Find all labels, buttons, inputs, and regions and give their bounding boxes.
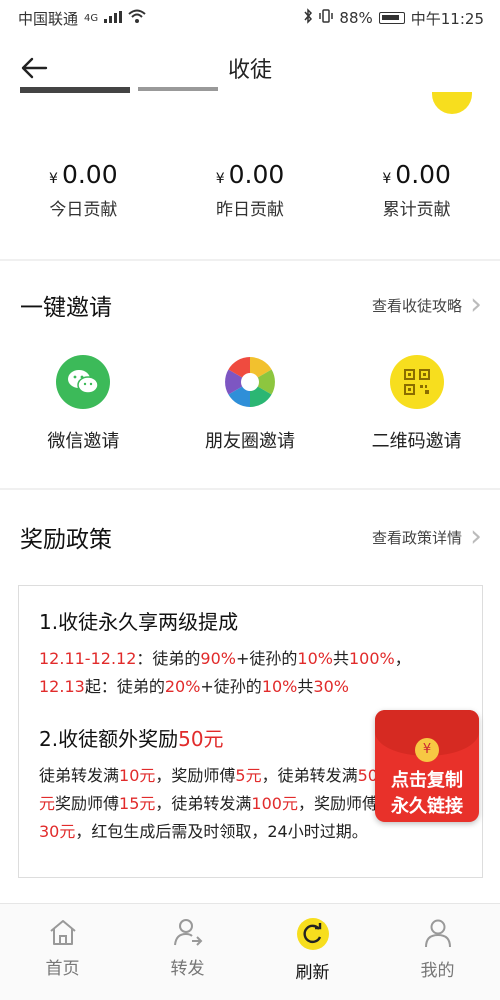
- policy-title: 奖励政策: [20, 527, 112, 553]
- policy-line: 12.11-12.12：徒弟的90%+徒孙的10%共100%，: [39, 649, 411, 668]
- share-user-icon: [173, 919, 202, 946]
- qrcode-icon: [389, 355, 444, 409]
- tab-share[interactable]: 转发: [125, 904, 250, 1000]
- back-button[interactable]: [16, 50, 52, 86]
- bluetooth-icon: [303, 8, 313, 28]
- policy-details-label: 查看政策详情: [371, 528, 462, 547]
- float-line-1: 点击复制: [391, 770, 463, 791]
- invite-guide-link[interactable]: 查看收徒攻略 ›: [372, 290, 482, 320]
- arrow-left-icon: [21, 57, 48, 79]
- clock: 中午11:25: [410, 9, 484, 28]
- battery-icon: [378, 12, 405, 24]
- invite-label: 二维码邀请: [371, 431, 462, 452]
- profile-icon: [424, 919, 451, 948]
- stat-value: 0.00: [228, 160, 285, 189]
- qrcode-invite-button[interactable]: 二维码邀请: [333, 355, 500, 465]
- carrier-label: 中国联通: [18, 9, 79, 28]
- stat-today: ¥0.00 今日贡献: [0, 160, 167, 240]
- wechat-invite-button[interactable]: 微信邀请: [0, 355, 167, 465]
- invite-options: 微信邀请 朋友圈邀请 二维码邀请: [0, 355, 500, 465]
- stat-value: 0.00: [61, 160, 118, 189]
- page-title: 收徒: [227, 58, 272, 83]
- scrolled-content-clip: [20, 86, 260, 104]
- bottom-tab-bar: 首页 转发 刷新 我的: [0, 903, 500, 1000]
- tab-refresh[interactable]: 刷新: [250, 904, 375, 1000]
- tab-label: 刷新: [295, 963, 330, 983]
- moments-invite-button[interactable]: 朋友圈邀请: [167, 355, 334, 465]
- policy-heading-1: 1.收徒永久享两级提成: [39, 610, 239, 634]
- currency-symbol: ¥: [382, 171, 392, 187]
- stat-label: 昨日贡献: [216, 200, 284, 220]
- tab-profile[interactable]: 我的: [375, 904, 500, 1000]
- vibrate-icon: [319, 8, 334, 28]
- copy-link-float-button[interactable]: ¥ 点击复制 永久链接: [375, 710, 479, 822]
- divider: [0, 488, 500, 490]
- policy-details-link[interactable]: 查看政策详情 ›: [372, 522, 482, 552]
- chevron-right-icon: ›: [470, 287, 482, 322]
- policy-line: 12.13起：徒弟的20%+徒孙的10%共30%: [39, 677, 349, 696]
- invite-title: 一键邀请: [20, 295, 112, 321]
- stat-yesterday: ¥0.00 昨日贡献: [167, 160, 334, 240]
- moments-icon: [223, 355, 277, 409]
- invite-guide-label: 查看收徒攻略: [371, 296, 462, 315]
- policy-section-header: 奖励政策 查看政策详情 ›: [0, 517, 500, 557]
- heading-2-prefix: 2.收徒额外奖励: [39, 727, 179, 751]
- tab-label: 我的: [420, 961, 455, 981]
- scrolled-badge-icon: [432, 92, 472, 114]
- stat-label: 今日贡献: [49, 200, 118, 220]
- tab-home[interactable]: 首页: [0, 904, 125, 1000]
- status-bar: 中国联通 4G 88% 中午11:25: [0, 0, 500, 36]
- battery-percent: 88%: [339, 9, 373, 27]
- float-line-2: 永久链接: [391, 796, 463, 817]
- tab-label: 转发: [170, 959, 205, 979]
- coin-icon: ¥: [415, 738, 439, 762]
- policy-line: 30元，红包生成后需及时领取，24小时过期。: [39, 822, 368, 841]
- heading-2-amount: 50元: [178, 727, 224, 751]
- wechat-icon: [56, 355, 111, 409]
- stat-label: 累计贡献: [382, 200, 451, 220]
- currency-symbol: ¥: [215, 171, 225, 187]
- stat-value: 0.00: [395, 160, 451, 189]
- contribution-stats: ¥0.00 今日贡献 ¥0.00 昨日贡献 ¥0.00 累计贡献: [0, 160, 500, 240]
- currency-symbol: ¥: [49, 171, 58, 187]
- signal-icon: [104, 9, 123, 27]
- network-label: 4G: [84, 12, 99, 24]
- divider: [0, 259, 500, 261]
- invite-label: 微信邀请: [47, 431, 120, 452]
- home-icon: [49, 920, 76, 945]
- invite-label: 朋友圈邀请: [205, 431, 295, 452]
- chevron-right-icon: ›: [470, 519, 482, 554]
- invite-section-header: 一键邀请 查看收徒攻略 ›: [0, 285, 500, 325]
- refresh-icon: [296, 918, 329, 950]
- stat-total: ¥0.00 累计贡献: [333, 160, 500, 240]
- tab-label: 首页: [45, 959, 80, 979]
- wifi-icon: [128, 9, 146, 27]
